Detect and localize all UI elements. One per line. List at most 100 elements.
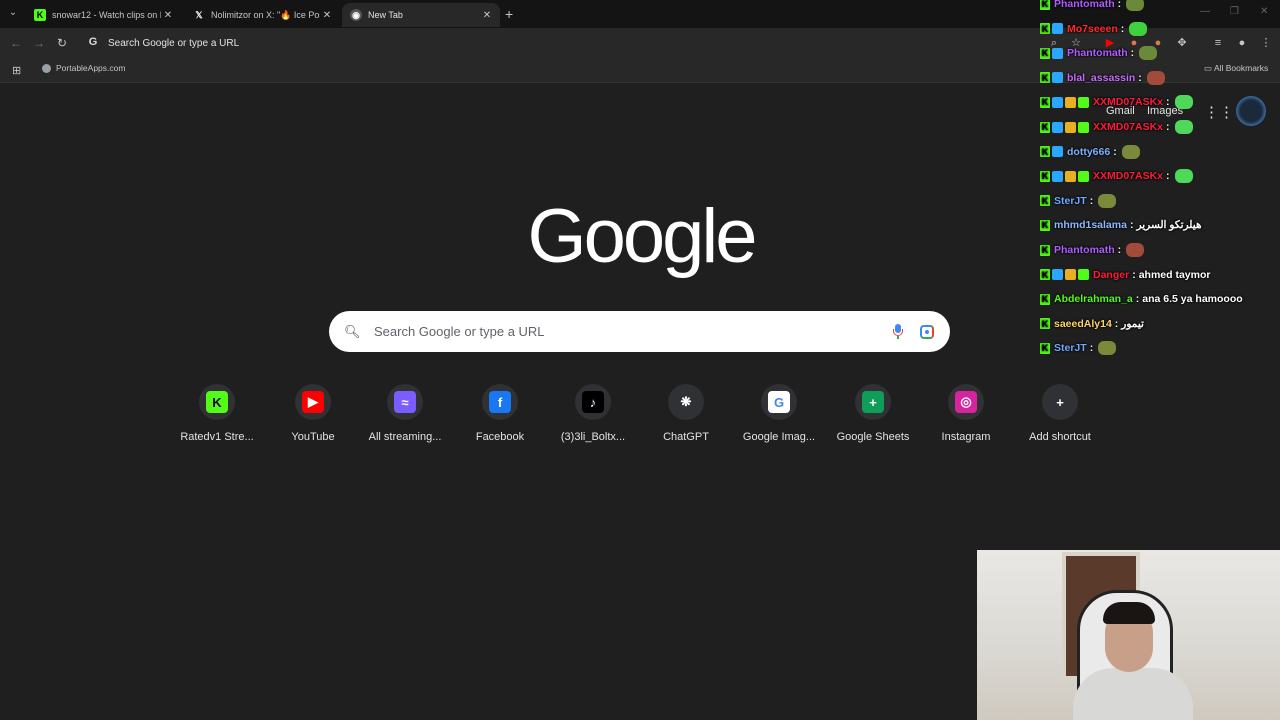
minimize-icon[interactable]: —	[1200, 6, 1210, 17]
shortcut-circle: K	[199, 384, 235, 420]
tab-title: snowar12 - Watch clips on Kick	[52, 10, 161, 20]
kick-badge-icon: K	[1040, 23, 1050, 35]
chat-message: K SterJT:	[1040, 191, 1117, 211]
maximize-icon[interactable]: ❐	[1230, 6, 1239, 17]
chat-emote-icon	[1139, 46, 1158, 61]
chat-username: XXMD07ASKx	[1093, 96, 1164, 109]
tab-title: New Tab	[368, 10, 403, 20]
person-body	[1073, 668, 1193, 720]
chat-username: Danger	[1093, 268, 1130, 281]
shortcut-tile[interactable]: ❋ ChatGPT	[636, 384, 736, 443]
avatar[interactable]	[1236, 96, 1266, 126]
chat-emote-icon	[1174, 95, 1193, 110]
chat-message: Kmhmd1salama: هيلرتكو السرير	[1040, 215, 1201, 235]
shortcut-tile[interactable]: ▶ YouTube	[263, 384, 363, 443]
apps-icon[interactable]: ⊞	[12, 64, 21, 77]
chat-message: K Phantomath:	[1040, 43, 1158, 63]
close-icon[interactable]: ✕	[320, 10, 334, 21]
kick-badge-icon: K	[1040, 96, 1050, 108]
omnibox[interactable]: G Search Google or type a URL	[80, 31, 1040, 55]
google-lens-icon[interactable]	[920, 324, 934, 339]
kick-icon: K	[34, 9, 46, 21]
shortcut-tile[interactable]: + Add shortcut	[1010, 384, 1110, 443]
chat-message: K Danger: ahmed taymor	[1040, 265, 1210, 285]
chat-separator: :	[1138, 71, 1142, 84]
tab-kick[interactable]: K snowar12 - Watch clips on Kick ✕	[26, 3, 181, 27]
microphone-icon[interactable]	[892, 323, 904, 340]
shortcut-label: Instagram	[941, 431, 991, 443]
chat-message: K SterJT:	[1040, 338, 1117, 358]
kick-badge-icon: K	[1040, 0, 1050, 10]
tab-x[interactable]: 𝕏 Nolimitzor on X: "🔥 Ice Poseid ✕	[185, 3, 340, 27]
chat-badge-icon	[1052, 72, 1063, 84]
tab-new-tab[interactable]: ◉ New Tab ✕	[342, 3, 500, 27]
chat-username: saeedAly14	[1054, 317, 1112, 330]
globe-icon	[42, 63, 51, 73]
chat-badge-icon	[1052, 146, 1063, 158]
chat-badge-icon	[1052, 23, 1063, 35]
shortcut-tile[interactable]: G Google Imag...	[729, 384, 829, 443]
menu-icon[interactable]: ⋮	[1260, 37, 1272, 49]
close-icon[interactable]: ✕	[161, 10, 175, 21]
sheets-icon: +	[862, 391, 884, 413]
shortcut-tile[interactable]: f Facebook	[450, 384, 550, 443]
shortcut-tile[interactable]: ◎ Instagram	[916, 384, 1016, 443]
shortcut-tile[interactable]: ≈ All streaming...	[355, 384, 455, 443]
chat-emote-icon	[1174, 120, 1193, 134]
chat-text: ana 6.5 ya hamoooo	[1142, 293, 1243, 306]
chrome-icon: ◉	[350, 9, 362, 21]
shortcut-label: All streaming...	[368, 431, 442, 443]
shortcut-label: Add shortcut	[1029, 431, 1091, 443]
all-bookmarks-label: All Bookmarks	[1213, 63, 1269, 73]
chat-username: XXMD07ASKx	[1093, 121, 1164, 133]
chat-username: Phantomath	[1054, 0, 1115, 10]
omnibox-text: Search Google or type a URL	[108, 37, 240, 49]
search-input[interactable]	[372, 323, 892, 340]
search-box[interactable]: 🔍︎	[329, 311, 950, 352]
back-icon[interactable]: ←	[10, 36, 22, 50]
google-icon: G	[88, 36, 98, 48]
close-icon[interactable]: ✕	[480, 10, 494, 21]
profile-icon[interactable]: ●	[1236, 37, 1248, 49]
shortcut-circle: +	[855, 384, 891, 420]
webcam-overlay	[977, 550, 1280, 720]
media-icon[interactable]: ≡	[1212, 37, 1224, 49]
all-bookmarks-button[interactable]: ▭ All Bookmarks	[1204, 63, 1268, 74]
chat-emote-icon	[1126, 243, 1145, 257]
chatgpt-icon: ❋	[675, 391, 697, 413]
chat-badge-icon	[1052, 269, 1063, 281]
chat-separator: :	[1166, 121, 1170, 133]
kick-badge-icon: K	[1040, 293, 1050, 305]
shortcut-tile[interactable]: ♪ (3)3li_Boltx...	[543, 384, 643, 443]
tab-search-icon[interactable]: ⌄	[6, 6, 20, 20]
shortcut-label: Google Sheets	[836, 431, 910, 443]
close-window-icon[interactable]: ✕	[1260, 6, 1268, 17]
kick-icon: K	[206, 391, 228, 413]
reload-icon[interactable]: ↻	[57, 36, 67, 50]
shortcut-circle: G	[761, 384, 797, 420]
forward-icon[interactable]: →	[33, 36, 45, 50]
chat-separator: :	[1129, 219, 1134, 232]
bookmark-item[interactable]: PortableApps.com	[42, 63, 125, 73]
shortcut-label: Google Imag...	[742, 431, 816, 443]
chat-message: K Abdelrahman_a: ana 6.5 ya hamoooo	[1040, 289, 1243, 309]
chat-separator: :	[1117, 0, 1122, 10]
chat-username: Abdelrahman_a	[1054, 293, 1133, 306]
bookmark-label: PortableApps.com	[56, 63, 126, 73]
instagram-icon: ◎	[955, 391, 977, 413]
new-tab-button[interactable]: +	[505, 6, 513, 22]
chat-separator: :	[1132, 268, 1136, 281]
kick-badge-icon: K	[1040, 244, 1050, 256]
shortcut-tile[interactable]: + Google Sheets	[823, 384, 923, 443]
puzzle-icon[interactable]: ✥	[1176, 37, 1188, 49]
chat-separator: :	[1117, 244, 1122, 256]
chat-message: K Phantomath:	[1040, 0, 1145, 14]
chat-username: dotty666	[1067, 145, 1111, 158]
chat-badge-icon	[1078, 121, 1089, 133]
shortcut-tile[interactable]: K Ratedv1 Stre...	[167, 384, 267, 443]
kick-badge-icon: K	[1040, 47, 1050, 59]
chat-separator: :	[1130, 47, 1135, 60]
chat-message: Kblal_assassin:	[1040, 68, 1165, 88]
chat-badge-icon	[1078, 96, 1089, 108]
chat-badge-icon	[1065, 170, 1076, 182]
